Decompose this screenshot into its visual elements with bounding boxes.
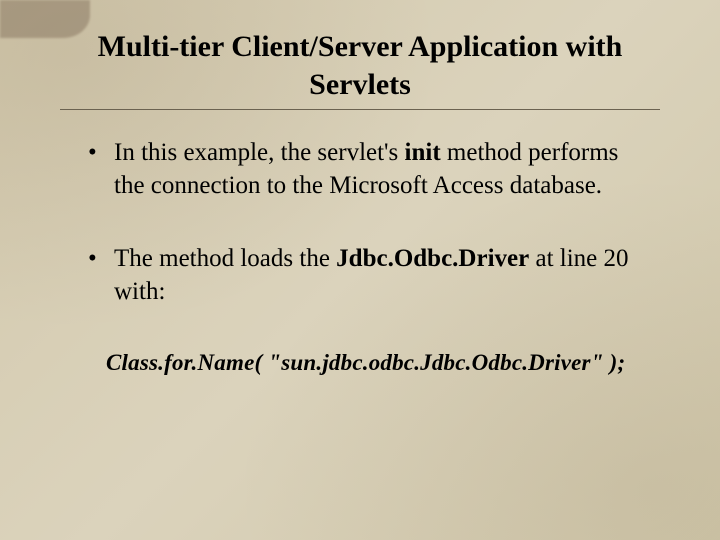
code-snippet: Class.for.Name( "sun.jdbc.odbc.Jdbc.Odbc… [106,348,660,378]
bullet-item: The method loads the Jdbc.Odbc.Driver at… [88,242,650,308]
bullet-list: In this example, the servlet's init meth… [88,136,650,308]
slide: Multi-tier Client/Server Application wit… [0,0,720,540]
bullet-text-pre: In this example, the servlet's [114,139,405,166]
title-divider [60,109,660,110]
bullet-text-bold: Jdbc.Odbc.Driver [336,245,529,272]
slide-title: Multi-tier Client/Server Application wit… [60,28,660,103]
bullet-item: In this example, the servlet's init meth… [88,136,650,202]
bullet-text-pre: The method loads the [114,245,336,272]
bullet-text-bold: init [405,139,441,166]
